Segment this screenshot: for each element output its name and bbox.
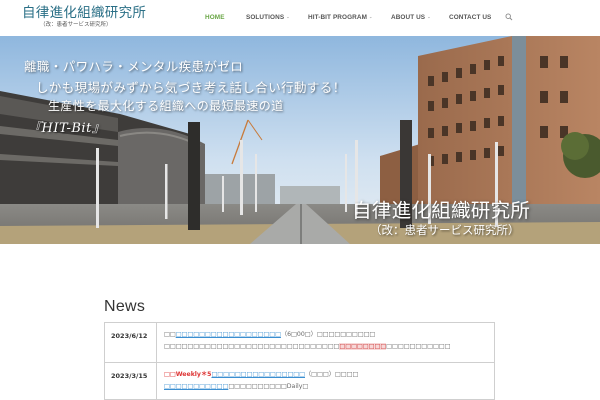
- hero-title: 自律進化組織研究所: [352, 199, 531, 222]
- news-highlight: □□Weekly＊5: [164, 371, 212, 378]
- nav-solutions[interactable]: SOLUTIONS ⌄: [246, 14, 290, 21]
- news-body: □□□□□□□□□□□□□□□□□□□□（6□00□）□□□□□□□□□□ □□…: [156, 322, 495, 363]
- hero-banner: 離職・パワハラ・メンタル疾患がゼロ しかも現場がみずから気づき考え話し合い行動す…: [0, 36, 600, 244]
- news-line: □□□□□□□□□□□□□□□□□□□□（6□00□）□□□□□□□□□□: [164, 329, 488, 341]
- nav-contact-us[interactable]: CONTACT US: [449, 14, 491, 21]
- nav-about-us[interactable]: ABOUT US ⌄: [391, 14, 431, 21]
- hero-tagline-4: 『HIT-Bit』: [28, 121, 106, 136]
- search-icon[interactable]: [505, 13, 513, 21]
- news-line: □□□□□□□□□□□□□□□□□□□□□Daily□: [164, 381, 488, 393]
- nav-home[interactable]: HOME: [205, 14, 225, 21]
- news-heading: News: [104, 298, 146, 315]
- news-text: □□□□□□□□□□□□□□□□□□□□□□□□□□□□□□: [164, 343, 340, 350]
- news-text: （□□□）□□□□: [305, 371, 359, 378]
- hero-tagline-1: 離職・パワハラ・メンタル疾患がゼロ: [24, 59, 244, 74]
- chevron-down-icon: ⌄: [369, 14, 373, 19]
- news-date: 2023/3/15: [104, 362, 157, 400]
- chevron-down-icon: ⌄: [427, 14, 431, 19]
- news-link[interactable]: □□□□□□□□□□□□□□□□□□: [176, 331, 281, 338]
- news-text: □□□□□□□□□□□: [386, 343, 451, 350]
- nav-hit-bit-program[interactable]: HIT-BIT PROGRAM ⌄: [308, 14, 372, 21]
- news-body: □□Weekly＊5□□□□□□□□□□□□□□□□（□□□）□□□□ □□□□…: [156, 362, 495, 400]
- news-link[interactable]: □□□□□□□□□□□: [164, 383, 228, 390]
- nav-contact-us-label: CONTACT US: [449, 14, 492, 21]
- nav-hit-bit-program-label: HIT-BIT PROGRAM: [308, 14, 368, 21]
- chevron-down-icon: ⌄: [286, 14, 290, 19]
- nav-about-us-label: ABOUT US: [391, 14, 426, 21]
- table-row: 2023/3/15 □□Weekly＊5□□□□□□□□□□□□□□□□（□□□…: [104, 362, 495, 400]
- news-table: 2023/6/12 □□□□□□□□□□□□□□□□□□□□（6□00□）□□□…: [104, 322, 495, 400]
- nav-home-label: HOME: [205, 14, 225, 21]
- table-row: 2023/6/12 □□□□□□□□□□□□□□□□□□□□（6□00□）□□□…: [104, 322, 495, 363]
- hero-tagline-2: しかも現場がみずから気づき考え話し合い行動する！: [36, 80, 346, 95]
- news-line: □□Weekly＊5□□□□□□□□□□□□□□□□（□□□）□□□□: [164, 369, 488, 381]
- site-header: 自律進化組織研究所 （改：患者サービス研究所） HOME SOLUTIONS ⌄ …: [0, 0, 600, 36]
- news-line: □□□□□□□□□□□□□□□□□□□□□□□□□□□□□□□□□□□□□□□□…: [164, 341, 488, 353]
- news-text: （6□00□）□□□□□□□□□□: [280, 331, 376, 338]
- nav-solutions-label: SOLUTIONS: [246, 14, 285, 21]
- news-highlight: □□□□□□□□: [339, 343, 387, 350]
- hero-tagline-3: 生産性を最大化する組織への最短最速の道: [48, 99, 284, 113]
- news-text: □□□□□□□□□□Daily□: [228, 383, 309, 390]
- news-date: 2023/6/12: [104, 322, 157, 363]
- news-text: □□: [164, 331, 176, 338]
- hero-subtitle: （改：患者サービス研究所）: [370, 223, 520, 237]
- news-link[interactable]: □□□□□□□□□□□□□□□□: [211, 371, 305, 378]
